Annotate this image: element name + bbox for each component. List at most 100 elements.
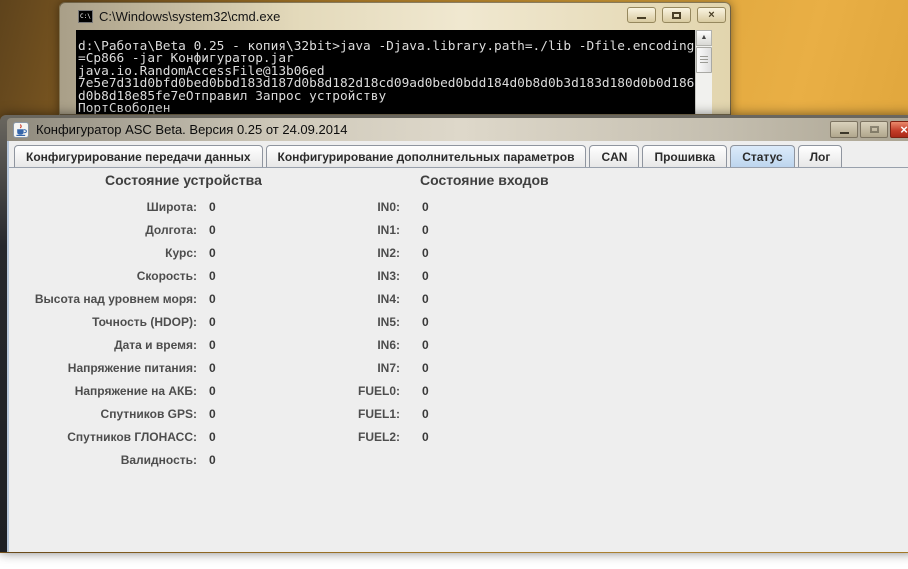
- device-state-row: Курс: 0: [29, 241, 216, 264]
- cmd-window-controls: ×: [627, 7, 726, 23]
- status-panel: Состояние устройства Состояние входов Ши…: [9, 168, 908, 552]
- field-label: Долгота:: [145, 222, 197, 237]
- maximize-button[interactable]: [860, 121, 888, 138]
- device-state-row: Точность (HDOP): 0: [29, 310, 216, 333]
- field-label: Курс:: [165, 245, 197, 260]
- field-value: 0: [209, 383, 216, 398]
- tab[interactable]: CAN: [589, 145, 640, 167]
- field-value: 0: [209, 314, 216, 329]
- field-label: IN6:: [377, 337, 400, 352]
- scrollbar-thumb[interactable]: [696, 47, 712, 73]
- close-button[interactable]: ×: [697, 7, 726, 23]
- field-value: 0: [209, 268, 216, 283]
- field-label: IN0:: [377, 199, 400, 214]
- java-icon: [13, 121, 29, 138]
- field-value: 0: [209, 245, 216, 260]
- field-label: Точность (HDOP):: [92, 314, 197, 329]
- tab[interactable]: Статус: [730, 145, 795, 167]
- field-label: Валидность:: [120, 452, 197, 467]
- device-state-row: Высота над уровнем моря: 0: [29, 287, 216, 310]
- device-state-row: Скорость: 0: [29, 264, 216, 287]
- scroll-up-icon[interactable]: ▲: [696, 30, 712, 46]
- field-value: 0: [422, 291, 429, 306]
- field-label: Дата и время:: [114, 337, 197, 352]
- input-state-row: FUEL0: 0: [250, 379, 429, 402]
- minimize-icon: [839, 131, 849, 134]
- input-state-row: IN7: 0: [250, 356, 429, 379]
- configurator-content: Конфигурирование передачи данных Конфигу…: [7, 141, 908, 552]
- field-label: FUEL0:: [358, 383, 400, 398]
- field-label: IN5:: [377, 314, 400, 329]
- field-value: 0: [422, 245, 429, 260]
- field-label: IN4:: [377, 291, 400, 306]
- field-value: 0: [422, 360, 429, 375]
- device-state-row: Дата и время: 0: [29, 333, 216, 356]
- maximize-icon: [869, 126, 879, 133]
- field-label: FUEL2:: [358, 429, 400, 444]
- cmd-body: d:\Работа\Beta 0.25 - копия\32bit>java -…: [76, 30, 712, 114]
- field-label: FUEL1:: [358, 406, 400, 421]
- field-label: IN7:: [377, 360, 400, 375]
- field-value: 0: [422, 337, 429, 352]
- tab[interactable]: Лог: [797, 145, 843, 167]
- field-value: 0: [422, 199, 429, 214]
- device-state-row: Валидность: 0: [29, 448, 216, 471]
- input-state-row: FUEL2: 0: [250, 425, 429, 448]
- configurator-titlebar[interactable]: Конфигуратор ASC Beta. Версия 0.25 от 24…: [7, 118, 908, 141]
- tab[interactable]: Конфигурирование передачи данных: [14, 145, 263, 167]
- device-state-row: Напряжение на АКБ: 0: [29, 379, 216, 402]
- tab[interactable]: Прошивка: [642, 145, 728, 167]
- console-line: ПортСвободен: [78, 101, 171, 114]
- field-label: IN2:: [377, 245, 400, 260]
- close-icon: ×: [900, 122, 908, 137]
- input-state-row: IN5: 0: [250, 310, 429, 333]
- close-button[interactable]: ×: [890, 121, 908, 138]
- minimize-button[interactable]: [627, 7, 656, 23]
- field-value: 0: [422, 429, 429, 444]
- device-state-list: Широта: 0 Долгота: 0 Курс: 0 Скорость: 0…: [29, 195, 216, 471]
- field-value: 0: [422, 268, 429, 283]
- field-label: Скорость:: [136, 268, 197, 283]
- input-state-row: IN2: 0: [250, 241, 429, 264]
- minimize-icon: [637, 16, 646, 19]
- field-value: 0: [209, 452, 216, 467]
- maximize-button[interactable]: [662, 7, 691, 23]
- field-value: 0: [209, 406, 216, 421]
- input-state-row: IN0: 0: [250, 195, 429, 218]
- field-value: 0: [209, 199, 216, 214]
- tab[interactable]: Конфигурирование дополнительных параметр…: [265, 145, 587, 167]
- field-value: 0: [422, 383, 429, 398]
- field-value: 0: [209, 337, 216, 352]
- input-state-row: IN4: 0: [250, 287, 429, 310]
- console-line: d0b8d18e85fe7eОтправил Запрос устройству: [78, 88, 387, 104]
- device-state-row: Широта: 0: [29, 195, 216, 218]
- inputs-state-header: Состояние входов: [420, 172, 549, 188]
- console-output[interactable]: d:\Работа\Beta 0.25 - копия\32bit>java -…: [76, 30, 695, 114]
- field-value: 0: [209, 291, 216, 306]
- device-state-header: Состояние устройства: [105, 172, 262, 188]
- device-state-row: Напряжение питания: 0: [29, 356, 216, 379]
- device-state-row: Спутников GPS: 0: [29, 402, 216, 425]
- field-label: IN1:: [377, 222, 400, 237]
- minimize-button[interactable]: [830, 121, 858, 138]
- field-label: Напряжение питания:: [67, 360, 197, 375]
- configurator-window-title: Конфигуратор ASC Beta. Версия 0.25 от 24…: [36, 122, 348, 137]
- field-label: Напряжение на АКБ:: [74, 383, 197, 398]
- input-state-row: FUEL1: 0: [250, 402, 429, 425]
- field-value: 0: [422, 222, 429, 237]
- maximize-icon: [672, 11, 681, 19]
- configurator-window: Конфигуратор ASC Beta. Версия 0.25 от 24…: [0, 115, 908, 552]
- cmd-window: C:\ C:\Windows\system32\cmd.exe × d:\Раб…: [59, 2, 731, 115]
- input-state-row: IN1: 0: [250, 218, 429, 241]
- field-label: Спутников ГЛОНАСС:: [67, 429, 197, 444]
- console-scrollbar[interactable]: ▲: [695, 30, 712, 114]
- close-icon: ×: [708, 8, 715, 21]
- field-value: 0: [209, 429, 216, 444]
- cmd-prompt-icon: C:\: [78, 9, 93, 23]
- configurator-window-controls: ×: [830, 121, 908, 138]
- device-state-row: Спутников ГЛОНАСС: 0: [29, 425, 216, 448]
- device-state-row: Долгота: 0: [29, 218, 215, 241]
- cmd-window-title: C:\Windows\system32\cmd.exe: [99, 8, 281, 24]
- field-value: 0: [422, 314, 429, 329]
- cmd-titlebar[interactable]: C:\ C:\Windows\system32\cmd.exe ×: [60, 3, 730, 29]
